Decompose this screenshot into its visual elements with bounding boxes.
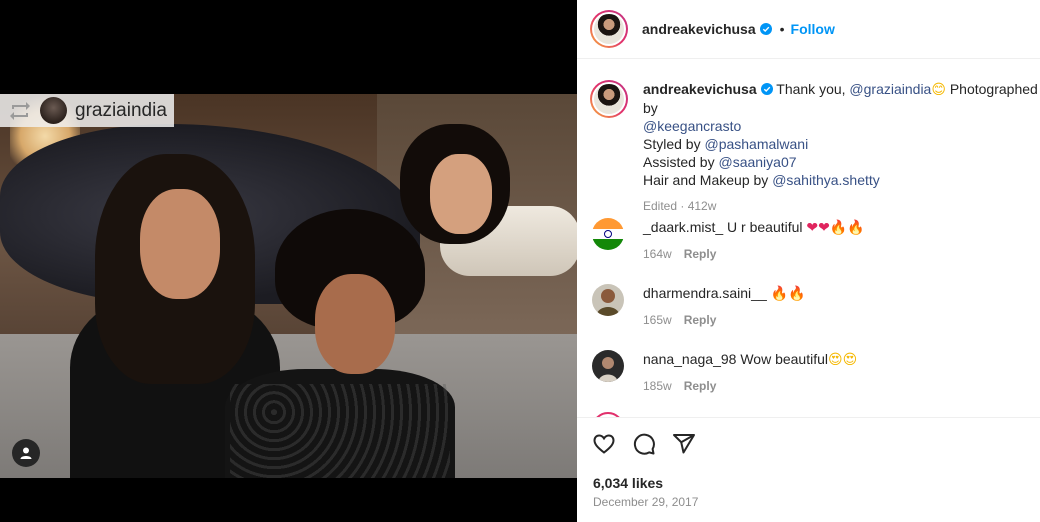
repost-tag[interactable]: graziaindia (0, 94, 174, 127)
comment-avatar[interactable] (592, 218, 624, 250)
comment-time: 165w (643, 313, 672, 327)
repost-icon (8, 101, 32, 121)
reply-button[interactable]: Reply (684, 313, 717, 327)
author-username[interactable]: andreakevichusa (642, 21, 772, 37)
fire-emoji: 🔥🔥 (829, 220, 865, 236)
share-icon[interactable] (672, 432, 696, 456)
mention-pashamalwani[interactable]: @pashamalwani (704, 136, 808, 152)
comment-time: 185w (643, 379, 672, 393)
post-side-panel: andreakevichusa • Follow andreakevichusa… (577, 0, 1040, 522)
photo-model-center-face (315, 274, 395, 374)
post-actions: 6,034 likes December 29, 2017 (577, 417, 1040, 522)
heart-eyes-emoji: 😍😍 (828, 352, 858, 368)
comment-item: nana_naga_98 Wow beautiful😍😍 185w Reply (592, 350, 1032, 393)
hair-label: Hair and Makeup by (643, 172, 773, 188)
caption: andreakevichusa Thank you, @graziaindia😊… (590, 80, 1040, 215)
comments-scroll-area[interactable]: andreakevichusa Thank you, @graziaindia😊… (577, 60, 1040, 417)
mention-graziaindia[interactable]: @graziaindia (849, 81, 931, 97)
caption-username[interactable]: andreakevichusa (643, 81, 757, 97)
fire-emoji: 🔥🔥 (770, 286, 806, 302)
reply-button[interactable]: Reply (684, 247, 717, 261)
mention-keegancrasto[interactable]: @keegancrasto (643, 118, 741, 134)
photo-model-left-face (140, 189, 220, 299)
likes-count[interactable]: 6,034 likes (593, 475, 663, 491)
assisted-label: Assisted by (643, 154, 719, 170)
author-avatar[interactable] (590, 10, 628, 48)
photo-lace-pattern (230, 384, 450, 478)
styled-label: Styled by (643, 136, 705, 152)
comment-username[interactable]: nana_naga_98 (643, 351, 736, 367)
reply-button[interactable]: Reply (684, 379, 717, 393)
photo-model-right-face (430, 154, 492, 234)
heart-emoji: ❤❤ (806, 220, 830, 236)
follow-button[interactable]: Follow (791, 21, 835, 37)
post-media: graziaindia (0, 0, 577, 522)
comment-username[interactable]: _daark.mist_ (643, 219, 723, 235)
comment-icon[interactable] (632, 432, 656, 456)
repost-username: graziaindia (75, 99, 167, 121)
comment-time: 164w (643, 247, 672, 261)
post-date[interactable]: December 29, 2017 (593, 495, 698, 509)
comment-item: _daark.mist_ U r beautiful ❤❤🔥🔥 164w Rep… (592, 218, 1032, 261)
caption-body: andreakevichusa Thank you, @graziaindia😊… (643, 80, 1040, 215)
caption-avatar[interactable] (590, 80, 628, 118)
post-photo[interactable] (0, 94, 577, 478)
comment-text: Wow beautiful (740, 351, 829, 367)
comment-item: dharmendra.saini__ 🔥🔥 165w Reply (592, 284, 1032, 327)
heart-icon[interactable] (592, 432, 616, 456)
caption-text: Thank you, (776, 81, 850, 97)
mention-saaniya07[interactable]: @saaniya07 (718, 154, 796, 170)
comment-text: U r beautiful (727, 219, 803, 235)
header-separator: • (779, 21, 785, 37)
comment-username[interactable]: dharmendra.saini__ (643, 285, 767, 301)
user-tag-icon[interactable] (12, 439, 40, 467)
repost-avatar (40, 97, 67, 124)
comment-avatar[interactable] (592, 350, 624, 382)
comment-avatar[interactable] (592, 284, 624, 316)
verified-icon (760, 83, 773, 95)
verified-icon (759, 23, 772, 35)
caption-meta: Edited · 412w (643, 199, 717, 213)
smile-emoji: 😊 (931, 82, 946, 98)
post-header: andreakevichusa • Follow (577, 0, 1040, 59)
mention-sahithya-shetty[interactable]: @sahithya.shetty (772, 172, 880, 188)
